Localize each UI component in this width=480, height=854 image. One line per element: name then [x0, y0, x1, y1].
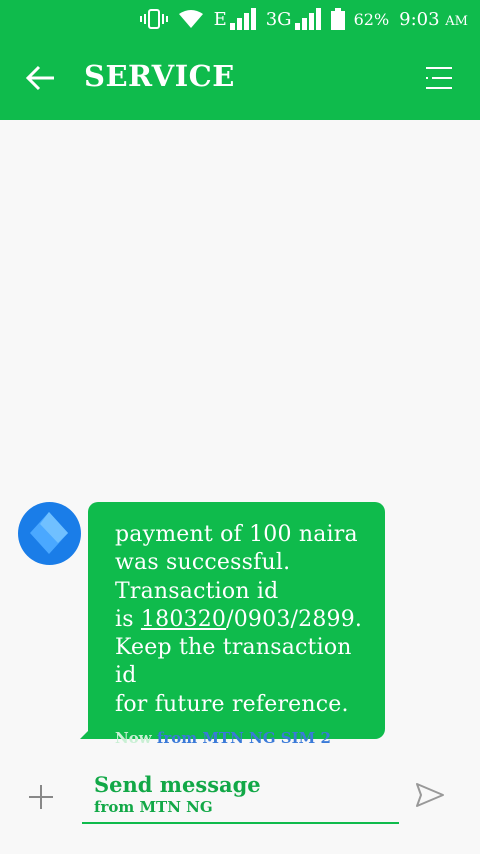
- status-bar: E 3G 62% 9:03 AM: [0, 0, 480, 38]
- arrow-left-icon: [25, 65, 54, 91]
- sim1-signal: E: [214, 8, 256, 30]
- transaction-id-link[interactable]: 180320: [141, 607, 226, 632]
- send-icon: [416, 783, 444, 807]
- attach-button[interactable]: [28, 784, 54, 810]
- vibrate-icon: [139, 9, 168, 29]
- network-type-1: E: [213, 8, 227, 30]
- battery-percent: 62%: [353, 9, 390, 29]
- message-bubble[interactable]: payment of 100 naira was successful. Tra…: [80, 502, 385, 747]
- back-button[interactable]: [22, 62, 62, 94]
- message-body: payment of 100 naira was successful. Tra…: [115, 522, 363, 717]
- send-button[interactable]: [414, 779, 446, 811]
- app-bar: SERVICE: [0, 38, 480, 120]
- message-time: Now: [115, 729, 152, 748]
- compose-bar: Send message from MTN NG: [0, 760, 480, 854]
- plus-icon: [29, 785, 53, 809]
- message-input-sim: from MTN NG: [94, 798, 213, 816]
- battery-status: 62%: [330, 8, 390, 30]
- sim2-signal: 3G: [266, 8, 321, 30]
- message-input[interactable]: Send message from MTN NG: [82, 772, 399, 824]
- contact-avatar[interactable]: [18, 502, 81, 565]
- menu-button[interactable]: [422, 64, 454, 92]
- wifi-icon: [178, 9, 204, 29]
- signal-icon: [294, 8, 321, 30]
- clock: 9:03 AM: [399, 8, 468, 30]
- battery-icon: [330, 8, 345, 30]
- list-menu-icon: [426, 67, 452, 89]
- message-list[interactable]: payment of 100 naira was successful. Tra…: [0, 120, 480, 760]
- contact-logo-icon: [30, 512, 68, 554]
- network-type-2: 3G: [265, 8, 292, 30]
- message-meta: Now from MTN NG SIM 2: [115, 729, 369, 747]
- message-sim: from MTN NG SIM 2: [156, 729, 331, 748]
- conversation-title: SERVICE: [84, 59, 235, 93]
- signal-icon: [229, 8, 256, 30]
- message-input-placeholder: Send message: [94, 772, 261, 797]
